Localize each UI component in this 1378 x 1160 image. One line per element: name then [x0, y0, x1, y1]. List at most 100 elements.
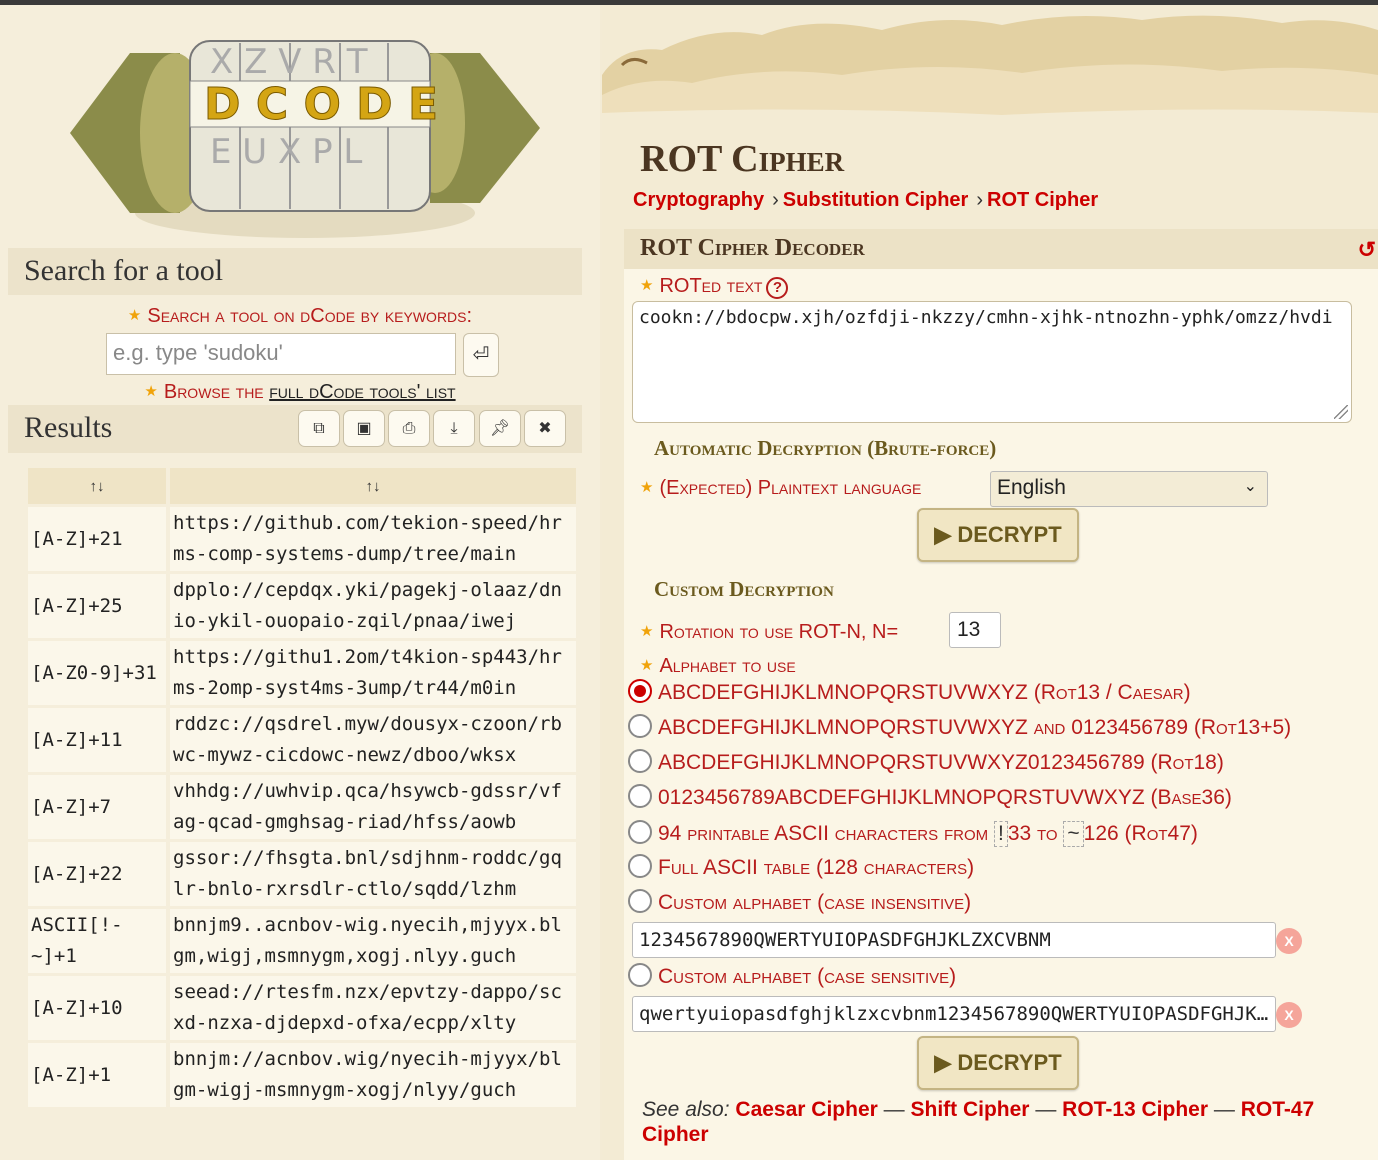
star-icon: ★ — [640, 657, 654, 674]
pin-icon: 📌︎ — [489, 420, 511, 437]
reset-icon[interactable]: ↺ — [1358, 237, 1376, 263]
resize-grip-icon[interactable] — [1334, 405, 1348, 419]
clear-icon[interactable]: X — [1276, 1002, 1302, 1028]
breadcrumb: Cryptography › Substitution Cipher › ROT Cip… — [633, 189, 1098, 212]
decrypt-custom-button[interactable]: ▶ DECRYPT — [917, 1036, 1079, 1090]
results-title: Results — [24, 411, 113, 444]
radio-icon[interactable] — [628, 749, 652, 774]
clear-icon[interactable]: X — [1276, 928, 1302, 954]
results-table: ↑↓ ↑↓ [A-Z]+21 https://github.com/tekion-… — [24, 465, 580, 1110]
see-also: See also: Caesar Cipher — Shift Cipher —… — [642, 1098, 1315, 1146]
table-row: [A-Z]+25 dpplo://cepdqx.yki/pagekj-olaaz/… — [28, 574, 576, 638]
see-also-rot13[interactable]: ROT-13 Cipher — [1062, 1098, 1208, 1121]
parchment-header-image — [602, 15, 1378, 135]
radio-icon[interactable] — [628, 820, 652, 845]
help-icon[interactable]: ? — [766, 277, 789, 299]
star-icon: ★ — [640, 277, 654, 294]
see-also-shift[interactable]: Shift Cipher — [910, 1098, 1029, 1121]
breadcrumb-separator: › — [772, 189, 779, 211]
close-results-button[interactable]: ✖ — [524, 410, 566, 447]
results-header: Results ⧉ ▣ ⎙ ⤓ 📌︎ ✖ — [8, 405, 582, 453]
table-row: [A-Z]+10 seead://rtesfm.nzx/epvtzy-dappo/… — [28, 976, 576, 1040]
result-key: [A-Z0-9]+31 — [28, 641, 166, 705]
result-value: https://github.com/tekion-speed/hrms-com… — [170, 507, 576, 571]
left-sidebar: X Z V R T D C O D E E U X P L Search for… — [0, 5, 600, 1160]
pin-button[interactable]: 📌︎ — [479, 410, 521, 447]
result-key: ASCII[!-~]+1 — [28, 909, 166, 973]
rotation-n-input[interactable]: 13 — [949, 612, 1001, 648]
alphabet-option-base36[interactable]: 0123456789ABCDEFGHIJKLMNOPQRSTUVWXYZ (Ba… — [628, 784, 1232, 810]
table-row: [A-Z]+11 rddzc://qsdrel.myw/dousyx-czoon/… — [28, 708, 576, 772]
close-icon: ✖ — [538, 420, 552, 437]
custom-decryption-heading: Custom Decryption — [654, 577, 834, 601]
table-row: [A-Z]+21 https://github.com/tekion-speed/… — [28, 507, 576, 571]
result-key: [A-Z]+7 — [28, 775, 166, 839]
radio-icon[interactable] — [628, 963, 652, 988]
decoder-title: ROT Cipher Decoder — [640, 235, 865, 261]
result-value: rddzc://qsdrel.myw/dousyx-czoon/rbwc-myw… — [170, 708, 576, 772]
custom-alphabet-insensitive-input[interactable]: 1234567890QWERTYUIOPASDFGHJKLZXCVBNM — [632, 922, 1276, 958]
dcode-logo[interactable]: X Z V R T D C O D E E U X P L — [70, 13, 540, 245]
radio-icon[interactable] — [628, 784, 652, 809]
alphabet-option-rot13[interactable]: ABCDEFGHIJKLMNOPQRSTUVWXYZ (Rot13 / Caes… — [628, 679, 1191, 705]
page-title: ROT Cipher — [640, 138, 845, 180]
table-row: ASCII[!-~]+1 bnnjm9..acnbov-wig.nyecih,mj… — [28, 909, 576, 973]
sort-value-header[interactable]: ↑↓ — [170, 468, 576, 504]
radio-icon[interactable] — [628, 714, 652, 739]
roted-text-input[interactable]: cookn://bdocpw.xjh/ozfdji-nkzzy/cmhn-xjh… — [632, 301, 1352, 423]
custom-alphabet-sensitive-input[interactable]: qwertyuiopasdfghjklzxcvbnm1234567890QWER… — [632, 996, 1276, 1032]
save-button[interactable]: ▣ — [343, 410, 385, 447]
result-key: [A-Z]+11 — [28, 708, 166, 772]
radio-icon[interactable] — [628, 889, 652, 914]
decoder-panel: ★ ROTed text? cookn://bdocpw.xjh/ozfdji-n… — [624, 269, 1378, 1160]
result-value: bnnjm9..acnbov-wig.nyecih,mjyyx.blgm,wig… — [170, 909, 576, 973]
alphabet-option-rot47[interactable]: 94 printable ASCII characters from ! 33 t… — [628, 820, 1198, 847]
radio-selected-icon[interactable] — [628, 679, 652, 704]
browse-tools-link[interactable]: ★ Browse the full dCode tools' list — [0, 381, 600, 404]
star-icon: ★ — [640, 623, 654, 640]
result-value: dpplo://cepdqx.yki/pagekj-olaaz/dnio-yki… — [170, 574, 576, 638]
table-row: [A-Z0-9]+31 https://githu1.2om/t4kion-sp4… — [28, 641, 576, 705]
see-also-caesar[interactable]: Caesar Cipher — [735, 1098, 877, 1121]
copy-button[interactable]: ⧉ — [298, 410, 340, 447]
result-value: bnnjm://acnbov.wig/nyecih-mjyyx/blgm-wig… — [170, 1043, 576, 1107]
print-button[interactable]: ⎙ — [388, 410, 430, 447]
result-value: https://githu1.2om/t4kion-sp443/hrms-2om… — [170, 641, 576, 705]
chevron-down-icon: ⌄ — [1243, 478, 1257, 495]
char-start: ! — [993, 821, 1008, 847]
table-row: [A-Z]+7 vhhdg://uwhvip.qca/hsywcb-gdssr/v… — [28, 775, 576, 839]
save-icon: ▣ — [356, 420, 372, 437]
alphabet-label: ★ Alphabet to use — [640, 655, 796, 677]
table-row: [A-Z]+1 bnnjm://acnbov.wig/nyecih-mjyyx/b… — [28, 1043, 576, 1107]
decoder-panel-header: ROT Cipher Decoder ↺ — [624, 229, 1378, 269]
print-icon: ⎙ — [402, 420, 416, 437]
download-icon: ⤓ — [450, 420, 458, 437]
download-button[interactable]: ⤓ — [433, 410, 475, 447]
star-icon: ★ — [640, 479, 654, 496]
decrypt-auto-button[interactable]: ▶ DECRYPT — [917, 508, 1079, 562]
alphabet-option-custom-sensitive[interactable]: Custom alphabet (case sensitive) — [628, 963, 956, 989]
alphabet-option-custom-insensitive[interactable]: Custom alphabet (case insensitive) — [628, 889, 971, 915]
search-label: ★ Search a tool on dCode by keywords: — [127, 305, 473, 327]
alphabet-option-rot13-5[interactable]: ABCDEFGHIJKLMNOPQRSTUVWXYZ and 012345678… — [628, 714, 1291, 740]
breadcrumb-cryptography[interactable]: Cryptography — [633, 189, 764, 211]
alphabet-option-rot18[interactable]: ABCDEFGHIJKLMNOPQRSTUVWXYZ0123456789 (Ro… — [628, 749, 1224, 775]
result-value: seead://rtesfm.nzx/epvtzy-dappo/scxd-nzx… — [170, 976, 576, 1040]
char-end: ~ — [1063, 821, 1084, 847]
result-key: [A-Z]+21 — [28, 507, 166, 571]
alphabet-option-full-ascii[interactable]: Full ASCII table (128 characters) — [628, 854, 974, 880]
sort-key-header[interactable]: ↑↓ — [28, 468, 166, 504]
search-input[interactable]: e.g. type 'sudoku' — [106, 333, 456, 375]
breadcrumb-rot[interactable]: ROT Cipher — [987, 189, 1098, 211]
language-select[interactable]: English ⌄ — [990, 471, 1268, 507]
logo-row-top: X Z V R T — [210, 42, 368, 82]
main-content: ROT Cipher Cryptography › Substitution Cip… — [602, 5, 1378, 1160]
logo-row-mid: D C O D E — [204, 79, 438, 130]
search-heading: Search for a tool — [8, 248, 582, 295]
radio-icon[interactable] — [628, 854, 652, 879]
star-icon: ★ — [127, 307, 142, 324]
breadcrumb-substitution[interactable]: Substitution Cipher — [783, 189, 969, 211]
roted-text-label: ★ ROTed text? — [640, 275, 789, 299]
result-key: [A-Z]+10 — [28, 976, 166, 1040]
search-submit-button[interactable]: ⏎ — [463, 333, 499, 377]
